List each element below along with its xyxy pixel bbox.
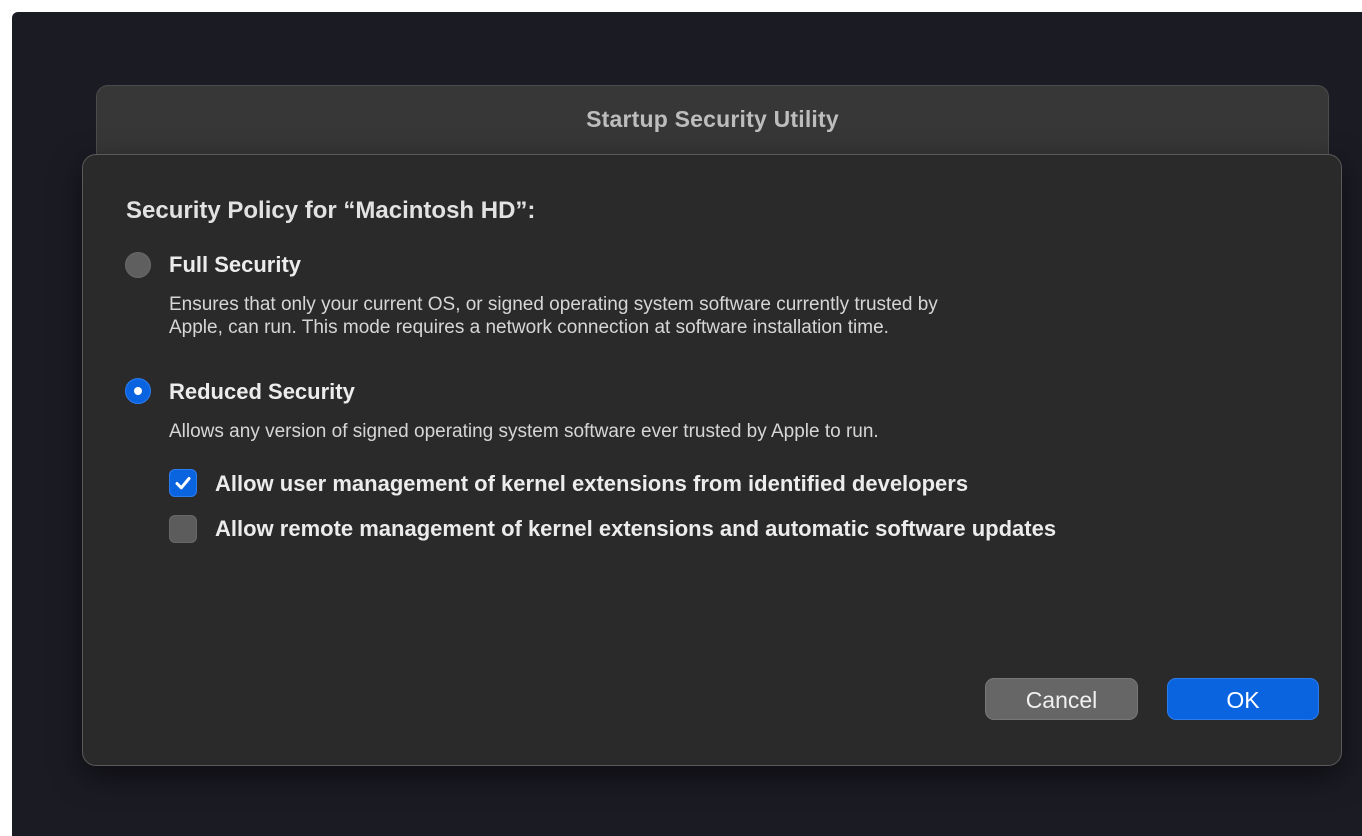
remote-management-checkbox[interactable] xyxy=(169,515,197,543)
cancel-button[interactable]: Cancel xyxy=(985,678,1138,720)
ok-button[interactable]: OK xyxy=(1167,678,1319,720)
checkmark-icon xyxy=(175,477,191,490)
remote-management-label[interactable]: Allow remote management of kernel extens… xyxy=(215,516,1056,542)
dialog-heading: Security Policy for “Macintosh HD”: xyxy=(126,197,536,224)
full-security-description-line-2: Apple, can run. This mode requires a net… xyxy=(169,317,889,338)
window-title: Startup Security Utility xyxy=(586,106,839,132)
full-security-radio[interactable] xyxy=(125,252,151,278)
full-security-label[interactable]: Full Security xyxy=(169,252,301,278)
desktop-background: Startup Security Utility Security Policy… xyxy=(12,12,1362,836)
kernel-extensions-user-checkbox[interactable] xyxy=(169,469,197,497)
full-security-description-line-1: Ensures that only your current OS, or si… xyxy=(169,294,938,315)
kernel-extensions-user-label[interactable]: Allow user management of kernel extensio… xyxy=(215,471,968,497)
security-policy-dialog: Security Policy for “Macintosh HD”: Full… xyxy=(82,154,1342,766)
reduced-security-label[interactable]: Reduced Security xyxy=(169,379,355,405)
reduced-security-radio[interactable] xyxy=(125,378,151,404)
reduced-security-description: Allows any version of signed operating s… xyxy=(169,421,879,442)
